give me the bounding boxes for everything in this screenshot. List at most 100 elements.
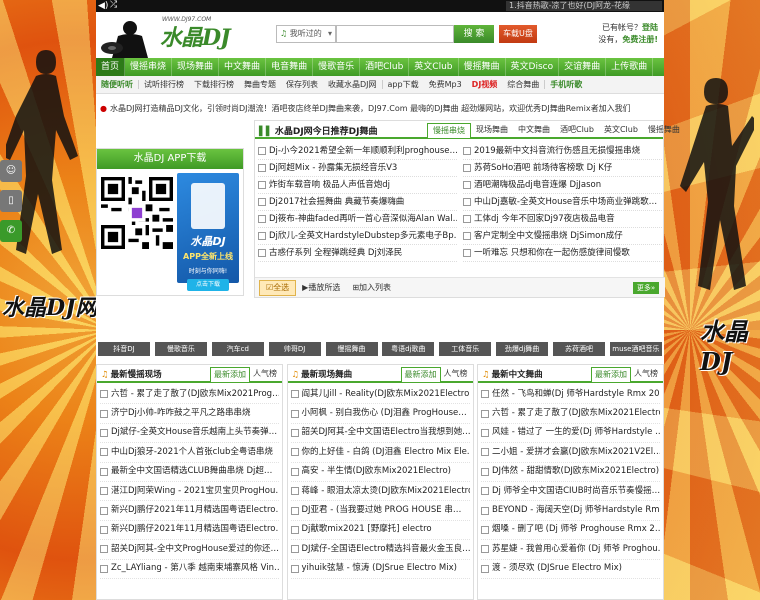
list-item[interactable]: DJ斌仔-全国语Electro精选抖音最火金玉良… (290, 540, 470, 560)
add-to-list-button[interactable]: ⊞ 加入列表 (346, 280, 397, 296)
list-item[interactable]: 中山Dj嘉敏-全英文House音乐中场商业弹跳歌… (463, 194, 662, 211)
list-item[interactable]: 六哲 - 累了走了散了(DJ欧东Mix2021Electro) (481, 404, 660, 424)
tag-link[interactable]: 慢摇舞曲 (325, 342, 378, 356)
song-title[interactable]: 二小姐 - 爱拼才会赢(DJ欧东Mix2021V2El… (492, 443, 660, 461)
song-title[interactable]: 酒吧潮嗨极品dj电音连爆 DjJason (474, 177, 601, 193)
checkbox[interactable] (463, 147, 471, 155)
checkbox[interactable] (290, 390, 299, 399)
list-item[interactable]: 酒吧潮嗨极品dj电音连爆 DjJason (463, 177, 662, 194)
song-title[interactable]: yihuik弦慧 - 惊涛 (DJSrue Electro Mix) (302, 560, 457, 578)
tab-popular[interactable]: 人气榜 (631, 367, 661, 382)
song-title[interactable]: 最新全中文国语精选CLUB舞曲串烧 Dj超… (111, 463, 272, 481)
nav-item-home[interactable]: 首页 (96, 58, 126, 76)
ad-download-button[interactable]: 点击下载 (187, 279, 229, 291)
volume-icon[interactable]: ◀) (98, 1, 108, 11)
checkbox[interactable] (290, 506, 299, 515)
register-link[interactable]: 免费注册! (622, 35, 658, 44)
list-item[interactable]: 你的上好佳 - 白鸽 (DJ泪鑫 Electro Mix Ele… (290, 443, 470, 463)
nav-item[interactable]: 交谊舞曲 (559, 58, 607, 76)
tab-recommend[interactable]: 英文Club (599, 123, 643, 138)
app-panel-title[interactable]: 水晶DJ APP下载 (97, 149, 243, 169)
subnav-item[interactable]: 手机听歌 (545, 76, 587, 93)
tab-recommend[interactable]: 慢摇串烧 (427, 123, 471, 138)
checkbox[interactable] (481, 448, 489, 457)
login-link[interactable]: 登陆 (642, 23, 658, 32)
checkbox[interactable] (258, 232, 266, 240)
checkbox[interactable] (100, 467, 108, 476)
select-all-button[interactable]: ☑ 全选 (259, 279, 297, 296)
checkbox[interactable] (481, 409, 489, 418)
checkbox[interactable] (481, 564, 489, 573)
subnav-item[interactable]: 随便听听 (96, 76, 138, 93)
list-item[interactable]: 高安 - 半生情(DJ欧东Mix2021Electro) (290, 463, 470, 482)
checkbox[interactable] (290, 467, 299, 476)
song-title[interactable]: 中山Dj狼牙-2021个人首张club全粤语串烧 (111, 443, 273, 461)
nav-item[interactable]: 上传歌曲 (606, 58, 654, 76)
list-item[interactable]: Dj欣儿-全英文HardstyleDubstep多元素电子Bp… (258, 228, 457, 245)
song-title[interactable]: 高安 - 半生情(DJ欧东Mix2021Electro) (302, 463, 452, 481)
list-item[interactable]: 任然 - 飞鸟和蝉(Dj 师爷Hardstyle Rmx 20… (481, 385, 660, 405)
list-item[interactable]: BEYOND - 海阔天空(Dj 师爷Hardstyle Rm… (481, 501, 660, 521)
tab-newest[interactable]: 最新添加 (591, 367, 631, 382)
checkbox[interactable] (290, 525, 299, 534)
subnav-item[interactable]: 试听排行榜 (139, 76, 189, 93)
checkbox[interactable] (100, 409, 108, 418)
search-type-select[interactable]: ♫ 我听过的 ▾ (276, 25, 336, 43)
checkbox[interactable] (481, 487, 489, 496)
checkbox[interactable] (481, 525, 489, 534)
list-item[interactable]: 苏星婕 - 我曾用心爱着你 (Dj 师爷 Proghou… (481, 540, 660, 560)
song-title[interactable]: 湛江DJ阿荣Wing - 2021宝贝宝贝ProgHou… (111, 482, 279, 500)
search-input[interactable] (336, 25, 454, 43)
song-title[interactable]: DJ亚君 - (当我要过她 PROG HOUSE 串… (302, 501, 462, 519)
checkbox[interactable] (258, 198, 266, 206)
nav-item[interactable]: 酒吧Club (360, 58, 410, 76)
song-title[interactable]: 新兴DJ鹏仔2021年11月精选国粤语Electro… (111, 501, 279, 519)
list-item[interactable]: 2019最新中文抖音流行伤感且无损慢摇串烧 (463, 143, 662, 160)
tag-link[interactable]: 帅哥DJ (268, 342, 321, 356)
list-item[interactable]: 客户定制全中文慢摇串烧 DjSimon成仔 (463, 228, 662, 245)
list-item[interactable]: 古惑仔系列 全程弹跳经典 Dj刘泽民 (258, 245, 457, 262)
nav-item[interactable]: 现场舞曲 (172, 58, 220, 76)
subnav-item[interactable]: 舞曲专题 (239, 76, 281, 93)
more-button[interactable]: 更多» (633, 282, 659, 294)
shuffle-icon[interactable]: ⤮ (110, 0, 117, 10)
usb-button[interactable]: 车载U盘 (499, 25, 537, 43)
song-title[interactable]: BEYOND - 海阔天空(Dj 师爷Hardstyle Rm… (492, 501, 660, 519)
play-selected-button[interactable]: ▶ 播放所选 (296, 280, 346, 296)
list-item[interactable]: 新兴DJ鹏仔2021年11月精选国粤语Electro… (100, 501, 279, 521)
song-title[interactable]: 小阿枫 - 别白我伤心 (DJ泪鑫 ProgHouse… (302, 404, 467, 422)
list-item[interactable]: 中山Dj狼牙-2021个人首张club全粤语串烧 (100, 443, 279, 463)
tag-link[interactable]: 劲爆dj舞曲 (496, 342, 549, 356)
checkbox[interactable] (258, 181, 266, 189)
song-title[interactable]: 古惑仔系列 全程弹跳经典 Dj刘泽民 (269, 245, 402, 261)
subnav-item[interactable]: 收藏水晶DJ网 (323, 76, 382, 93)
subnav-item[interactable]: 下载排行榜 (189, 76, 239, 93)
nav-item[interactable]: 慢摇舞曲 (459, 58, 506, 76)
song-title[interactable]: 六哲 - 累了走了散了(DJ欧东Mix2021Electro) (492, 404, 660, 422)
list-item[interactable]: Zc_LAYliang - 第八季 越南束埔寨风格 Vin… (100, 560, 279, 579)
checkbox[interactable] (290, 487, 299, 496)
checkbox[interactable] (100, 487, 108, 496)
checkbox[interactable] (100, 564, 108, 573)
song-title[interactable]: 你的上好佳 - 白鸽 (DJ泪鑫 Electro Mix Ele… (302, 443, 470, 461)
site-logo[interactable]: WWW.DJ97.COM 水晶DJ网 (96, 12, 246, 83)
song-title[interactable]: 济宁Dj小帅-咋咋鼓之平凡之路串串烧 (111, 404, 250, 422)
nav-item[interactable]: 英文Disco (506, 58, 560, 76)
song-title[interactable]: 韶关Dj阿其-全中文ProgHouse爱过的你还… (111, 540, 279, 558)
tab-recommend[interactable]: 慢摇舞曲 (643, 123, 685, 138)
checkbox[interactable] (463, 232, 471, 240)
list-item[interactable]: 一听难忘 只想和你在一起伤感旋律间慢歌 (463, 245, 662, 262)
tag-link[interactable]: 粤语dj歌曲 (382, 342, 435, 356)
song-title[interactable]: Dj斌仔-全英文House音乐越南上头节奏弹… (111, 424, 277, 442)
app-ad-banner[interactable]: 水晶DJ APP全新上线 时刻与你同嗨! 点击下载 (177, 173, 239, 291)
list-item[interactable]: 苏荷SoHo酒吧 前场待客榜歌 Dj K仔 (463, 160, 662, 177)
tag-link[interactable]: muse酒吧音乐 (609, 342, 662, 356)
list-item[interactable]: 韶关DJ阿其-全中文国语Electro当我想到她… (290, 424, 470, 444)
checkbox[interactable] (100, 448, 108, 457)
song-title[interactable]: 苏荷SoHo酒吧 前场待客榜歌 Dj K仔 (474, 160, 612, 176)
list-item[interactable]: 风娃 - 错过了 一生的爱(Dj 师爷Hardstyle … (481, 424, 660, 444)
list-item[interactable]: Dj2017社会摇舞曲 典藏节奏爆嗨曲 (258, 194, 457, 211)
song-title[interactable]: Zc_LAYliang - 第八季 越南束埔寨风格 Vin… (111, 560, 279, 578)
nav-item[interactable]: 英文Club (409, 58, 459, 76)
list-item[interactable]: Dj-小今2021希望全新一年顺顺利利proghouse… (258, 143, 457, 160)
